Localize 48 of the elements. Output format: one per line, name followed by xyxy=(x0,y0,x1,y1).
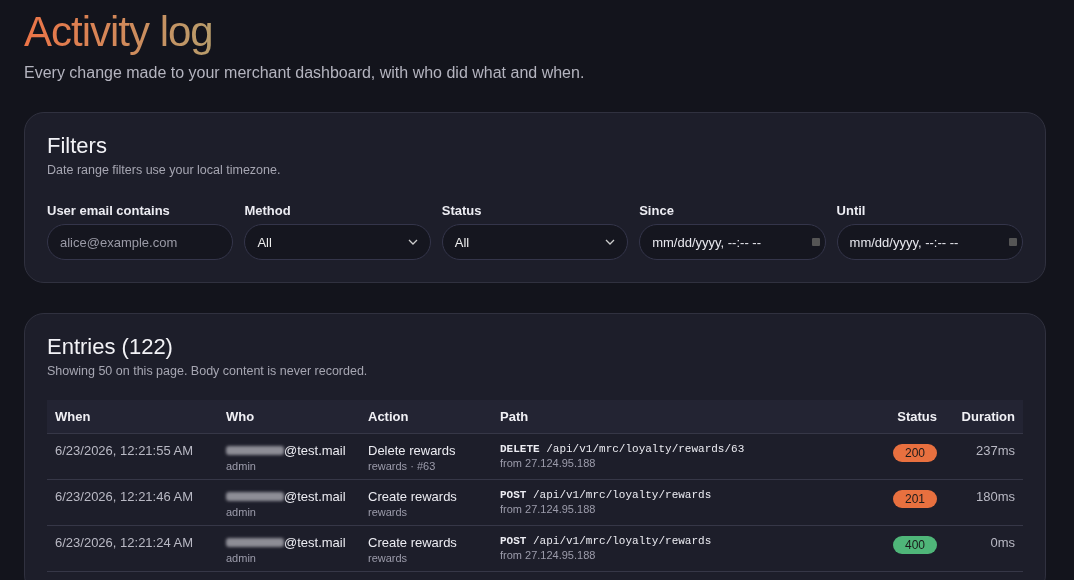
status-badge: 200 xyxy=(892,444,937,462)
user-role: admin xyxy=(226,460,256,472)
duration-cell: 237ms xyxy=(945,433,1023,480)
action-name: Create rewards xyxy=(368,489,457,504)
date-field[interactable]: mm/dd/yyyy, --:-- -- xyxy=(639,224,826,260)
action-target: rewards xyxy=(368,506,408,518)
date-field[interactable]: mm/dd/yyyy, --:-- -- xyxy=(836,224,1023,260)
card-title: Filters xyxy=(47,133,107,159)
field-label: User email contains xyxy=(47,203,170,218)
user-email: @test.mail xyxy=(284,443,346,458)
column-header: Duration xyxy=(945,400,1023,434)
card-note: Date range filters use your local timezone. xyxy=(47,163,282,177)
field-label: Status xyxy=(441,203,482,218)
filter-select[interactable]: All xyxy=(441,224,629,260)
time-cell: 6/23/2026, 12:21:24 AM xyxy=(47,525,218,572)
status-badge: 201 xyxy=(892,490,937,508)
filter-select[interactable]: All xyxy=(244,224,431,260)
user-role: admin xyxy=(226,552,256,564)
user-role: admin xyxy=(226,506,256,518)
column-header: Action xyxy=(360,400,492,434)
duration-cell: 180ms xyxy=(945,479,1023,526)
field-label: Method xyxy=(244,203,291,218)
column-header: Path xyxy=(492,400,861,434)
request-origin: from 27.124.95.188 xyxy=(500,457,596,469)
time-cell: 6/23/2026, 12:21:46 AM xyxy=(47,479,218,526)
column-header: Who xyxy=(218,400,360,434)
email-filter-field[interactable]: alice@example.com xyxy=(47,224,234,260)
request-path: POST /api/v1/mrc/loyalty/rewards xyxy=(500,535,712,547)
action-target: rewards · #63 xyxy=(368,460,436,472)
field-label: Until xyxy=(836,203,866,218)
request-path: DELETE /api/v1/mrc/loyalty/rewards/63 xyxy=(500,443,745,455)
page-subtitle: Every change made to your merchant dashboard, with who did what and when. xyxy=(24,64,586,82)
user-email: @test.mail xyxy=(284,489,346,504)
action-name: Delete rewards xyxy=(368,443,456,458)
card-title: Entries (122) xyxy=(47,334,173,360)
user-email: @test.mail xyxy=(284,535,346,550)
column-header: Status xyxy=(860,400,945,434)
column-header: When xyxy=(47,400,218,434)
card-note: Showing 50 on this page. Body content is never recorded. xyxy=(47,364,369,378)
duration-cell: 0ms xyxy=(945,525,1023,572)
request-origin: from 27.124.95.188 xyxy=(500,503,596,515)
status-badge: 400 xyxy=(892,536,937,554)
action-target: rewards xyxy=(368,552,408,564)
time-cell: 6/23/2026, 12:21:55 AM xyxy=(47,433,218,480)
request-origin: from 27.124.95.188 xyxy=(500,549,596,561)
request-path: POST /api/v1/mrc/loyalty/rewards xyxy=(500,489,712,501)
action-name: Create rewards xyxy=(368,535,457,550)
field-label: Since xyxy=(639,203,674,218)
